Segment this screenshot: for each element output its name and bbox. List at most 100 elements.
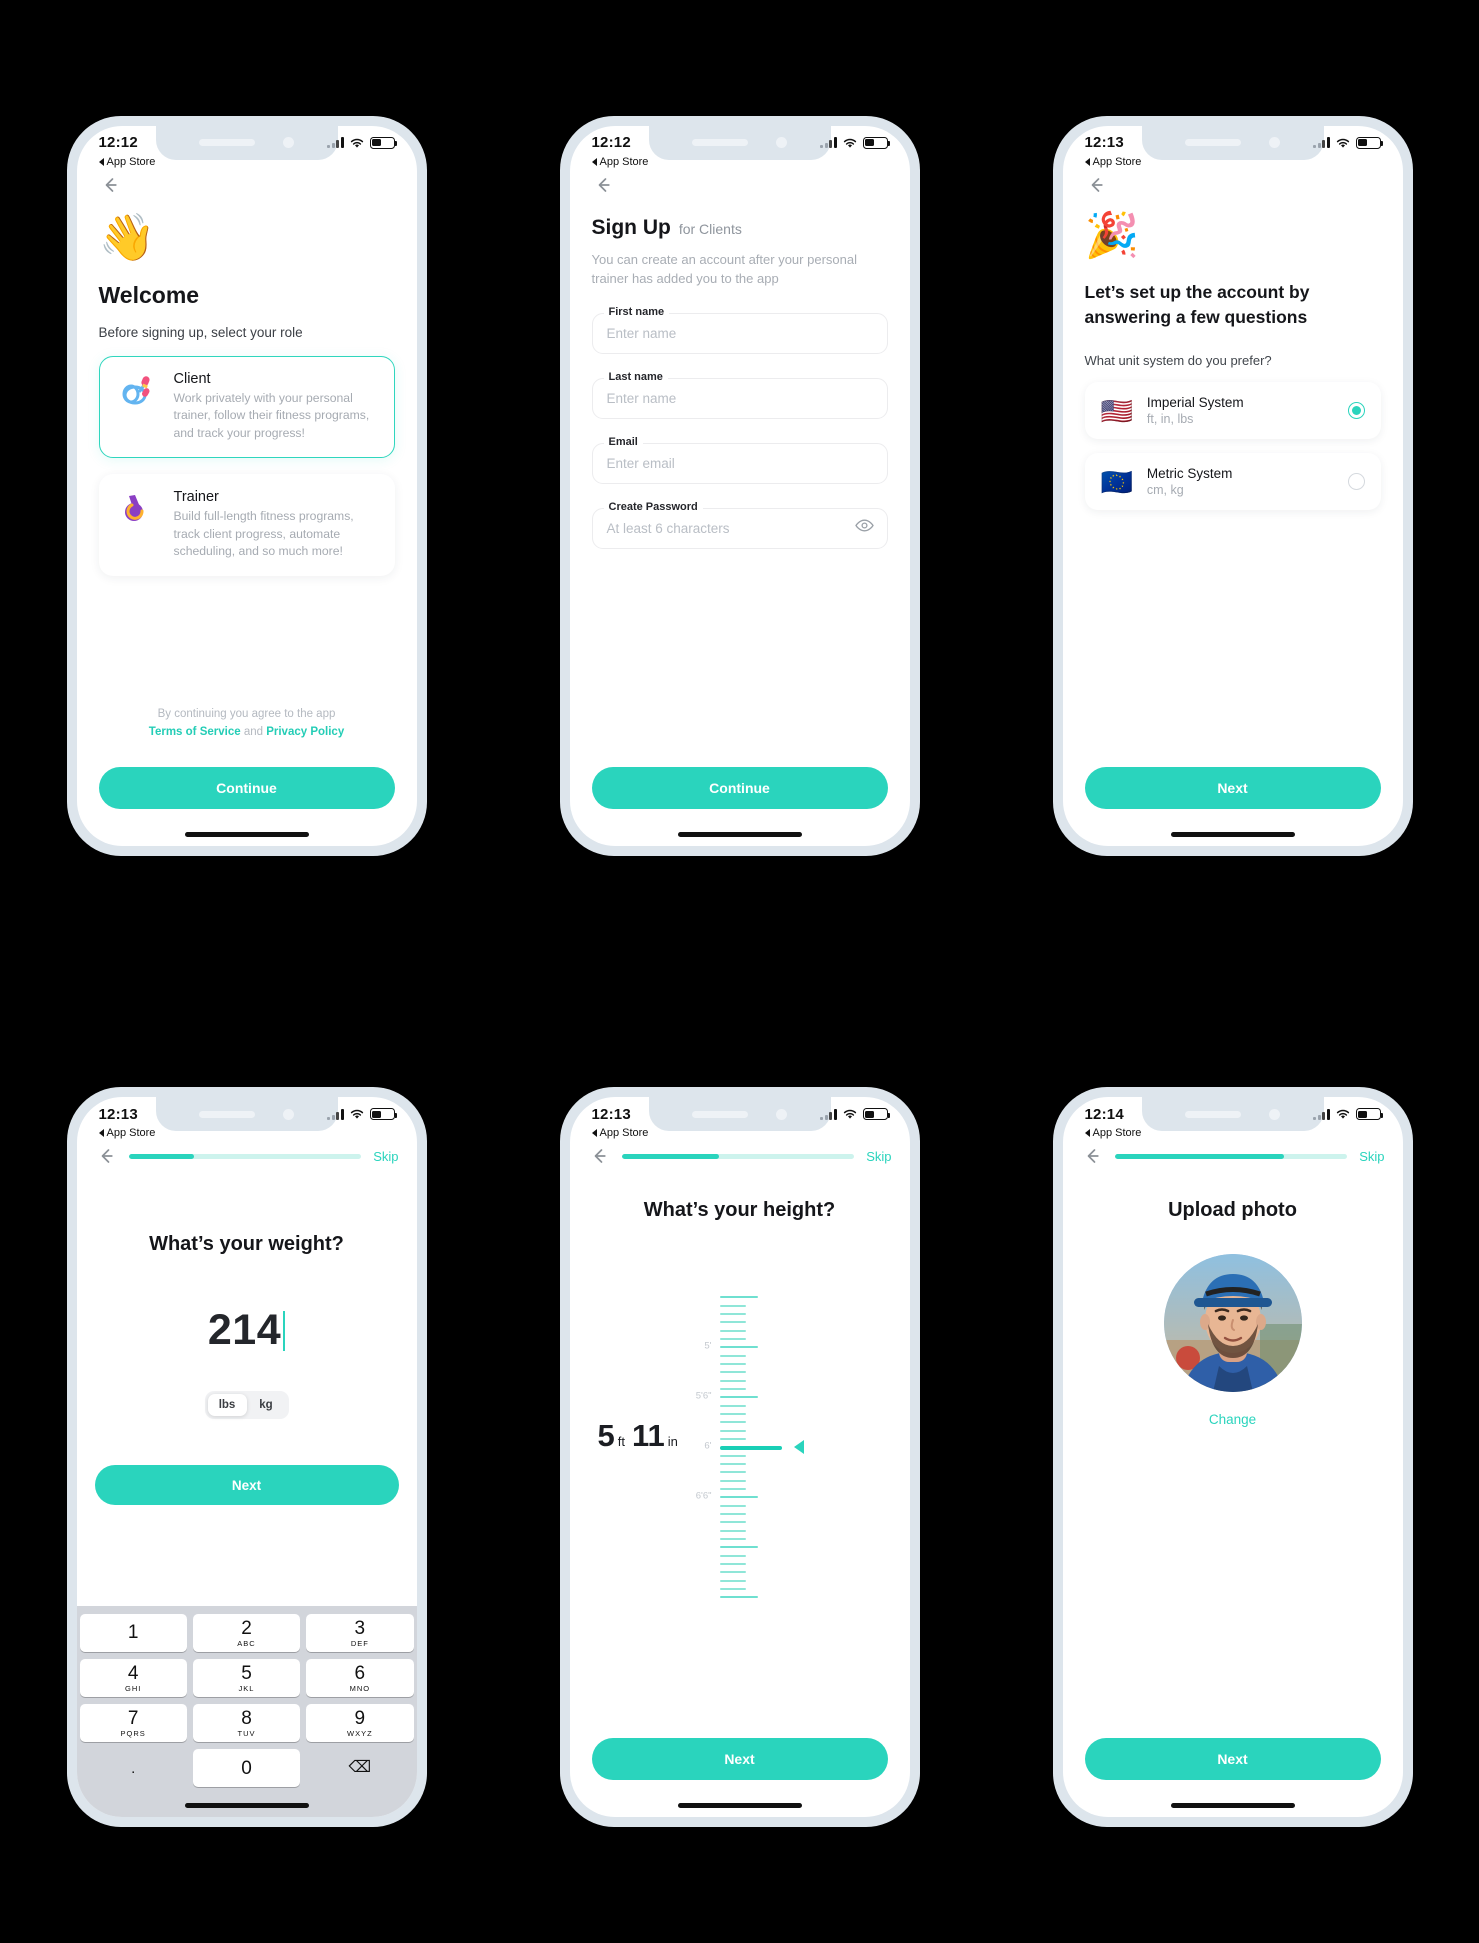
back-to-app-store[interactable]: App Store bbox=[1084, 1127, 1141, 1139]
unit-option-metric[interactable]: 🇪🇺 Metric System cm, kg bbox=[1084, 453, 1381, 511]
next-button[interactable]: Next bbox=[1084, 766, 1381, 809]
weight-unit-toggle[interactable]: lbs kg bbox=[204, 1391, 289, 1420]
skip-button[interactable]: Skip bbox=[866, 1149, 891, 1164]
change-photo-button[interactable]: Change bbox=[1063, 1412, 1403, 1427]
status-time: 12:13 bbox=[98, 1105, 138, 1123]
key-decimal[interactable]: . bbox=[80, 1749, 187, 1787]
home-indicator bbox=[677, 831, 802, 837]
key-number: 2 bbox=[241, 1617, 252, 1639]
role-title: Trainer bbox=[173, 488, 219, 505]
ruler-tick bbox=[719, 1412, 746, 1416]
key-7[interactable]: 7 PQRS bbox=[79, 1704, 187, 1743]
continue-button[interactable]: Continue bbox=[98, 766, 395, 809]
key-8[interactable]: 8 TUV bbox=[192, 1704, 301, 1743]
password-field[interactable]: Create Password At least 6 characters bbox=[591, 500, 888, 549]
terms-of-service-link[interactable]: Terms of Service bbox=[149, 726, 241, 738]
ruler-tick bbox=[719, 1321, 746, 1324]
back-to-app-store[interactable]: App Store bbox=[98, 155, 156, 168]
unit-lbs[interactable]: lbs bbox=[207, 1394, 247, 1417]
next-button[interactable]: Next bbox=[591, 1738, 888, 1781]
role-card-client[interactable]: Client Work privately with your personal… bbox=[98, 355, 395, 458]
key-backspace[interactable]: ⌫ bbox=[306, 1749, 413, 1787]
phone-screen: 12:13 App Store � bbox=[1062, 125, 1403, 846]
wifi-icon bbox=[842, 137, 858, 149]
avatar[interactable] bbox=[1163, 1254, 1302, 1393]
key-0[interactable]: 0 bbox=[192, 1749, 301, 1788]
back-button[interactable] bbox=[592, 174, 614, 196]
email-field[interactable]: Email Enter email bbox=[591, 435, 888, 484]
unit-question: What unit system do you prefer? bbox=[1084, 353, 1272, 369]
ruler-tick bbox=[719, 1304, 746, 1307]
key-4[interactable]: 4 GHI bbox=[79, 1659, 187, 1698]
unit-kg[interactable]: kg bbox=[247, 1394, 286, 1416]
key-5[interactable]: 5 JKL bbox=[192, 1659, 301, 1698]
height-picker[interactable]: 5 ft 11 in 5' 5'6" 6' 6'6" bbox=[570, 1296, 910, 1599]
next-button[interactable]: Next bbox=[1084, 1738, 1381, 1781]
skip-button[interactable]: Skip bbox=[373, 1149, 398, 1164]
page-description: You can create an account after your per… bbox=[591, 251, 857, 287]
ruler-tick bbox=[719, 1462, 746, 1466]
back-button[interactable] bbox=[99, 174, 121, 196]
app-store-label: App Store bbox=[106, 155, 156, 168]
next-button[interactable]: Next bbox=[94, 1465, 399, 1506]
show-password-eye-icon[interactable] bbox=[854, 519, 874, 538]
status-indicators bbox=[327, 1108, 397, 1121]
ruler-tick bbox=[719, 1312, 746, 1316]
battery-icon bbox=[862, 1108, 890, 1121]
key-3[interactable]: 3 DEF bbox=[306, 1614, 414, 1653]
ruler-tick bbox=[719, 1554, 746, 1557]
cellular-signal-icon bbox=[327, 1108, 344, 1120]
back-button[interactable] bbox=[588, 1145, 610, 1167]
role-description: Work privately with your personal traine… bbox=[173, 390, 370, 441]
page-title: Upload photo bbox=[1168, 1199, 1297, 1222]
unit-name: Imperial System bbox=[1146, 395, 1244, 411]
back-button[interactable] bbox=[1081, 1145, 1103, 1167]
key-letters: JKL bbox=[238, 1683, 255, 1693]
app-store-label: App Store bbox=[599, 1127, 649, 1140]
unit-option-imperial[interactable]: 🇺🇸 Imperial System ft, in, lbs bbox=[1084, 382, 1381, 440]
radio-imperial[interactable] bbox=[1347, 402, 1365, 420]
back-to-app-store[interactable]: App Store bbox=[98, 1127, 155, 1139]
phone-cell-welcome: 12:12 App Store � bbox=[0, 0, 493, 972]
text-caret bbox=[283, 1311, 286, 1352]
back-to-app-store[interactable]: App Store bbox=[591, 1127, 649, 1140]
status-indicators bbox=[820, 1108, 890, 1121]
height-feet: 5 bbox=[597, 1418, 615, 1454]
weight-value[interactable]: 214 bbox=[77, 1306, 417, 1355]
back-button[interactable] bbox=[1085, 174, 1107, 196]
privacy-policy-link[interactable]: Privacy Policy bbox=[266, 726, 344, 738]
ruler-tick bbox=[719, 1512, 746, 1516]
continue-button[interactable]: Continue bbox=[591, 766, 888, 809]
screenshot-grid: 12:12 App Store � bbox=[0, 0, 1479, 1943]
battery-icon bbox=[862, 136, 890, 149]
ruler-tick bbox=[719, 1346, 758, 1349]
key-6[interactable]: 6 MNO bbox=[306, 1659, 414, 1698]
ruler-tick bbox=[719, 1362, 746, 1366]
home-indicator bbox=[184, 831, 309, 837]
page-title: What’s your weight? bbox=[149, 1233, 344, 1256]
phone-frame: 12:13 App Store � bbox=[1052, 115, 1413, 856]
role-card-trainer[interactable]: Trainer Build full-length fitness progra… bbox=[98, 473, 395, 576]
eu-flag-icon: 🇪🇺 bbox=[1100, 466, 1133, 497]
height-ruler[interactable]: 5' 5'6" 6' 6'6" bbox=[696, 1296, 810, 1599]
last-name-field[interactable]: Last name Enter name bbox=[591, 370, 888, 419]
whistle-icon bbox=[116, 489, 160, 561]
radio-metric[interactable] bbox=[1347, 473, 1365, 491]
cellular-signal-icon bbox=[820, 137, 837, 149]
first-name-field[interactable]: First name Enter name bbox=[591, 305, 888, 354]
back-to-app-store[interactable]: App Store bbox=[591, 156, 648, 168]
key-number: 3 bbox=[354, 1617, 366, 1639]
key-2[interactable]: 2 ABC bbox=[192, 1614, 301, 1653]
back-to-app-store[interactable]: App Store bbox=[1084, 156, 1141, 168]
back-triangle-icon bbox=[1084, 157, 1090, 166]
ruler-tick bbox=[719, 1379, 746, 1382]
ruler-tick bbox=[719, 1421, 746, 1424]
field-placeholder: At least 6 characters bbox=[606, 520, 730, 536]
unit-sub: cm, kg bbox=[1146, 483, 1184, 498]
numeric-keypad[interactable]: 1 2 ABC 3 DEF 4 GHI 5 JKL 6 MNO 7 PQRS 8 TUV 9W… bbox=[76, 1606, 417, 1818]
key-9[interactable]: 9 WXYZ bbox=[306, 1704, 414, 1743]
unit-sub: ft, in, lbs bbox=[1146, 412, 1194, 427]
skip-button[interactable]: Skip bbox=[1359, 1149, 1384, 1164]
back-button[interactable] bbox=[95, 1145, 117, 1167]
key-1[interactable]: 1 bbox=[79, 1614, 187, 1653]
